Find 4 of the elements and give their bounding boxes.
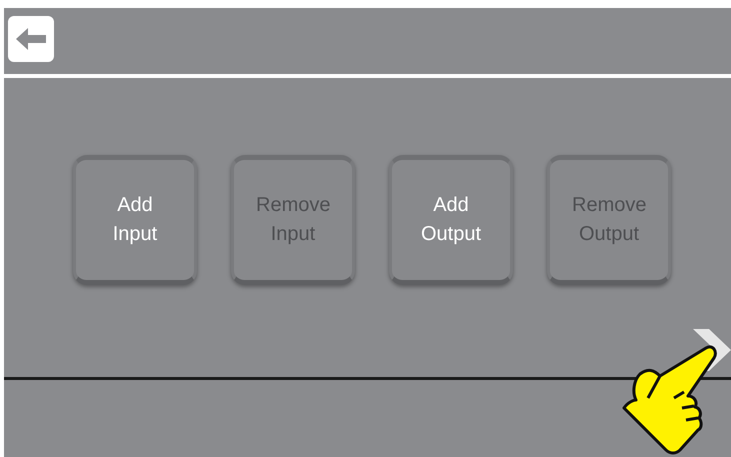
back-button[interactable] [8,16,54,62]
action-button[interactable]: Add Input [73,155,197,285]
left-arrow-icon [14,26,48,52]
action-button[interactable]: Add Output [389,155,513,285]
